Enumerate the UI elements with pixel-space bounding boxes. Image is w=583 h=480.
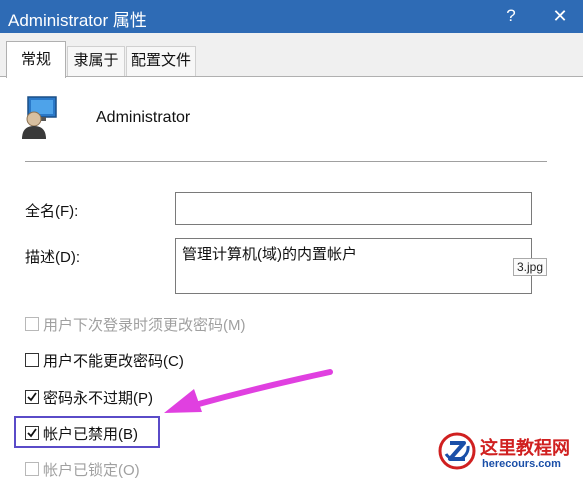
user-name: Administrator xyxy=(96,109,191,126)
user-account-icon xyxy=(20,95,60,139)
tab-profile[interactable]: 配置文件 xyxy=(126,46,196,76)
checkbox-must-change-password[interactable]: 用户下次登录时须更改密码(M) xyxy=(25,313,246,335)
title-bar: Administrator 属性 ? ✕ xyxy=(0,0,583,33)
description-label: 描述(D): xyxy=(25,249,80,266)
checkbox-account-locked[interactable]: 帐户已锁定(O) xyxy=(25,458,140,480)
watermark-title: 这里教程网 xyxy=(480,438,570,459)
checkbox-label: 用户下次登录时须更改密码(M) xyxy=(43,316,246,334)
checkbox-box[interactable] xyxy=(25,353,39,367)
tab-strip: 常规 隶属于 配置文件 xyxy=(0,33,583,78)
fullname-input[interactable] xyxy=(175,192,532,225)
checkmark-icon xyxy=(27,392,37,402)
checkbox-password-never-expires[interactable]: 密码永不过期(P) xyxy=(25,386,153,408)
fullname-label: 全名(F): xyxy=(25,203,79,220)
close-button[interactable]: ✕ xyxy=(545,3,575,29)
tab-member-of[interactable]: 隶属于 xyxy=(67,46,125,76)
description-input[interactable]: 管理计算机(域)的内置帐户 xyxy=(175,238,532,294)
checkbox-label: 密码永不过期(P) xyxy=(43,389,153,407)
watermark: 这里教程网 herecours.com xyxy=(438,432,583,472)
tab-general[interactable]: 常规 xyxy=(6,41,66,78)
highlight-box xyxy=(14,416,160,448)
filename-tooltip: 3.jpg xyxy=(513,258,548,276)
general-panel: Administrator 全名(F): 描述(D): 管理计算机(域)的内置帐… xyxy=(0,77,583,479)
header-separator xyxy=(25,161,547,162)
watermark-url: herecours.com xyxy=(482,458,561,470)
checkbox-label: 帐户已锁定(O) xyxy=(43,461,140,479)
window-title: Administrator 属性 xyxy=(8,11,147,30)
checkbox-box[interactable] xyxy=(25,462,39,476)
checkbox-box[interactable] xyxy=(25,390,39,404)
pointer-arrow-icon xyxy=(164,369,333,413)
watermark-logo-icon xyxy=(438,432,476,470)
help-button[interactable]: ? xyxy=(498,3,524,29)
checkbox-box[interactable] xyxy=(25,317,39,331)
